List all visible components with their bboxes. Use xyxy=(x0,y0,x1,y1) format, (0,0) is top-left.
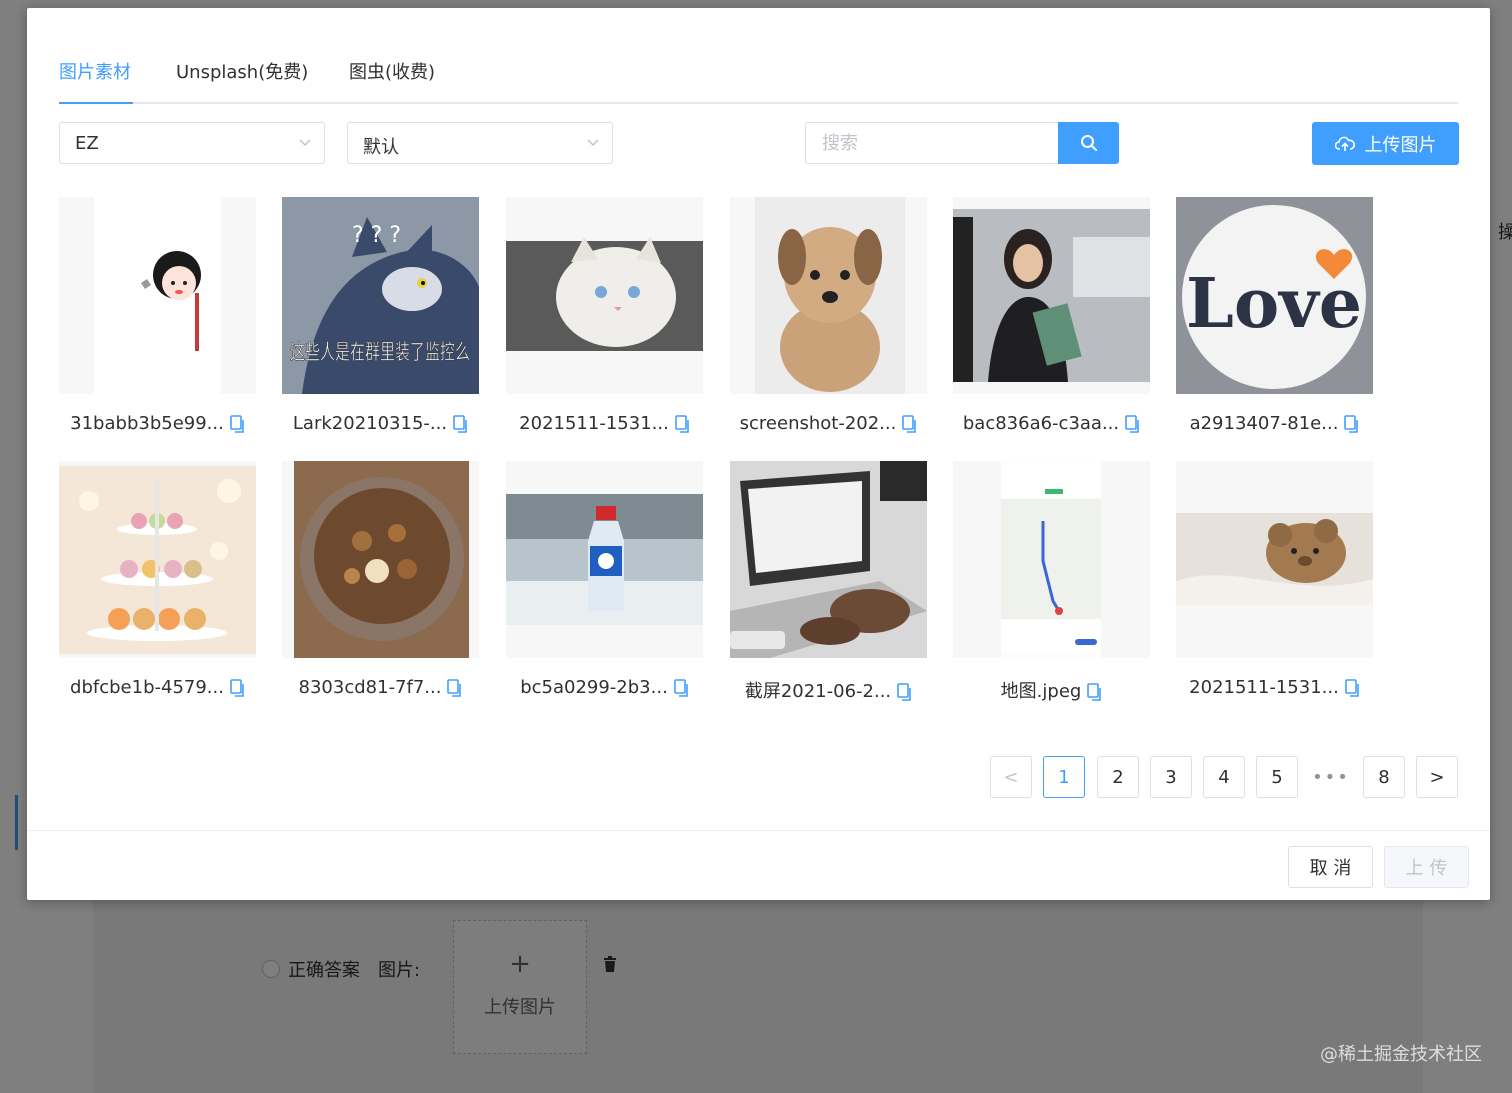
teddy-bear-thumbnail[interactable] xyxy=(1176,461,1373,658)
search-icon xyxy=(1080,135,1097,151)
copy-icon[interactable] xyxy=(1087,683,1102,701)
copy-icon[interactable] xyxy=(1345,679,1360,697)
copy-icon[interactable] xyxy=(230,679,245,697)
page-2-button[interactable]: 2 xyxy=(1097,756,1139,798)
macaron-stand-thumbnail[interactable] xyxy=(59,461,256,658)
tab-image-library[interactable]: 图片素材 xyxy=(59,58,131,84)
page-4-button[interactable]: 4 xyxy=(1203,756,1245,798)
next-page-button[interactable]: > xyxy=(1416,756,1458,798)
sort-select[interactable]: 默认 xyxy=(347,122,613,164)
copy-icon[interactable] xyxy=(902,415,917,433)
file-name: 8303cd81-7f7... xyxy=(298,677,442,698)
tab-tuchong[interactable]: 图虫(收费) xyxy=(349,58,435,84)
cloud-upload-icon xyxy=(1334,136,1355,151)
prev-page-button[interactable]: < xyxy=(990,756,1032,798)
file-name: 地图.jpeg xyxy=(1000,681,1082,702)
image-card[interactable]: 截屏2021-06-2... xyxy=(730,461,927,702)
sort-select-value: 默认 xyxy=(363,137,399,158)
chevron-down-icon xyxy=(299,139,311,147)
image-card[interactable]: 8303cd81-7f7... xyxy=(282,461,479,701)
copy-icon[interactable] xyxy=(453,415,468,433)
footer-divider xyxy=(27,830,1490,831)
water-bottle-thumbnail[interactable] xyxy=(506,461,703,658)
group-select-value: EZ xyxy=(75,133,99,154)
image-card[interactable]: ? ? ? 这些人是在群里装了监控么 Lark20210315-... xyxy=(282,197,479,437)
page-3-button[interactable]: 3 xyxy=(1150,756,1192,798)
image-card[interactable]: 31babb3b5e99... xyxy=(59,197,256,437)
upload-image-button[interactable]: 上传图片 xyxy=(1312,122,1459,165)
file-name: a2913407-81e... xyxy=(1189,413,1339,434)
file-name: 截屏2021-06-2... xyxy=(744,681,892,702)
meme-question-marks: ? ? ? xyxy=(352,223,401,248)
search-group xyxy=(805,122,1119,164)
copy-icon[interactable] xyxy=(1344,415,1359,433)
business-woman-thumbnail[interactable] xyxy=(953,197,1150,394)
copy-icon[interactable] xyxy=(897,683,912,701)
image-card[interactable]: 地图.jpeg xyxy=(953,461,1150,702)
copy-icon[interactable] xyxy=(230,415,245,433)
meme-caption: 这些人是在群里装了监控么 xyxy=(290,340,470,364)
page-5-button[interactable]: 5 xyxy=(1256,756,1298,798)
copy-icon[interactable] xyxy=(675,415,690,433)
file-name: 31babb3b5e99... xyxy=(70,413,224,434)
image-card[interactable]: dbfcbe1b-4579... xyxy=(59,461,256,701)
cartoon-cat-meme-thumbnail[interactable]: ? ? ? 这些人是在群里装了监控么 xyxy=(282,197,479,394)
copy-icon[interactable] xyxy=(447,679,462,697)
image-picker-dialog: 图片素材 Unsplash(免费) 图虫(收费) EZ 默认 上传图片 31ba… xyxy=(27,8,1490,900)
file-name: bc5a0299-2b3... xyxy=(520,677,668,698)
pagination: < 1 2 3 4 5 ••• 8 > xyxy=(990,756,1460,798)
chevron-down-icon xyxy=(587,139,599,147)
page-1-button[interactable]: 1 xyxy=(1043,756,1085,798)
confirm-upload-button[interactable]: 上 传 xyxy=(1384,846,1469,888)
search-button[interactable] xyxy=(1058,122,1119,164)
file-name: dbfcbe1b-4579... xyxy=(70,677,224,698)
file-name: screenshot-202... xyxy=(739,413,897,434)
source-tabs: 图片素材 Unsplash(免费) 图虫(收费) xyxy=(59,50,1458,104)
cartoon-girl-thumbnail[interactable] xyxy=(59,197,256,394)
watermark: @稀土掘金技术社区 xyxy=(1320,1044,1482,1065)
file-name: bac836a6-c3aa... xyxy=(962,413,1120,434)
laptop-typing-thumbnail[interactable] xyxy=(730,461,927,658)
copy-icon[interactable] xyxy=(1125,415,1140,433)
file-name: 2021511-1531... xyxy=(1189,677,1339,698)
search-input[interactable] xyxy=(805,122,1059,164)
love-plate-thumbnail[interactable]: Love xyxy=(1176,197,1373,394)
image-card[interactable]: Love a2913407-81e... xyxy=(1176,197,1373,437)
image-card[interactable]: bc5a0299-2b3... xyxy=(506,461,703,701)
page-8-button[interactable]: 8 xyxy=(1363,756,1405,798)
upload-image-label: 上传图片 xyxy=(1364,134,1437,156)
cancel-button[interactable]: 取 消 xyxy=(1288,846,1373,888)
chevron-right-icon: > xyxy=(1429,766,1445,788)
file-name: 2021511-1531... xyxy=(519,413,669,434)
chevron-left-icon: < xyxy=(1003,766,1019,788)
copy-icon[interactable] xyxy=(673,679,689,697)
more-pages-ellipsis[interactable]: ••• xyxy=(1310,756,1352,798)
tab-unsplash[interactable]: Unsplash(免费) xyxy=(176,58,308,84)
active-tab-indicator xyxy=(59,102,133,104)
file-name: Lark20210315-... xyxy=(292,413,448,434)
puppy-thumbnail[interactable] xyxy=(730,197,927,394)
group-select[interactable]: EZ xyxy=(59,122,325,164)
map-screenshot-thumbnail[interactable] xyxy=(953,461,1150,658)
image-card[interactable]: bac836a6-c3aa... xyxy=(953,197,1150,437)
beef-bowl-thumbnail[interactable] xyxy=(282,461,479,658)
image-card[interactable]: 2021511-1531... xyxy=(506,197,703,437)
image-card[interactable]: screenshot-202... xyxy=(730,197,927,437)
white-cat-thumbnail[interactable] xyxy=(506,197,703,394)
image-card[interactable]: 2021511-1531... xyxy=(1176,461,1373,701)
